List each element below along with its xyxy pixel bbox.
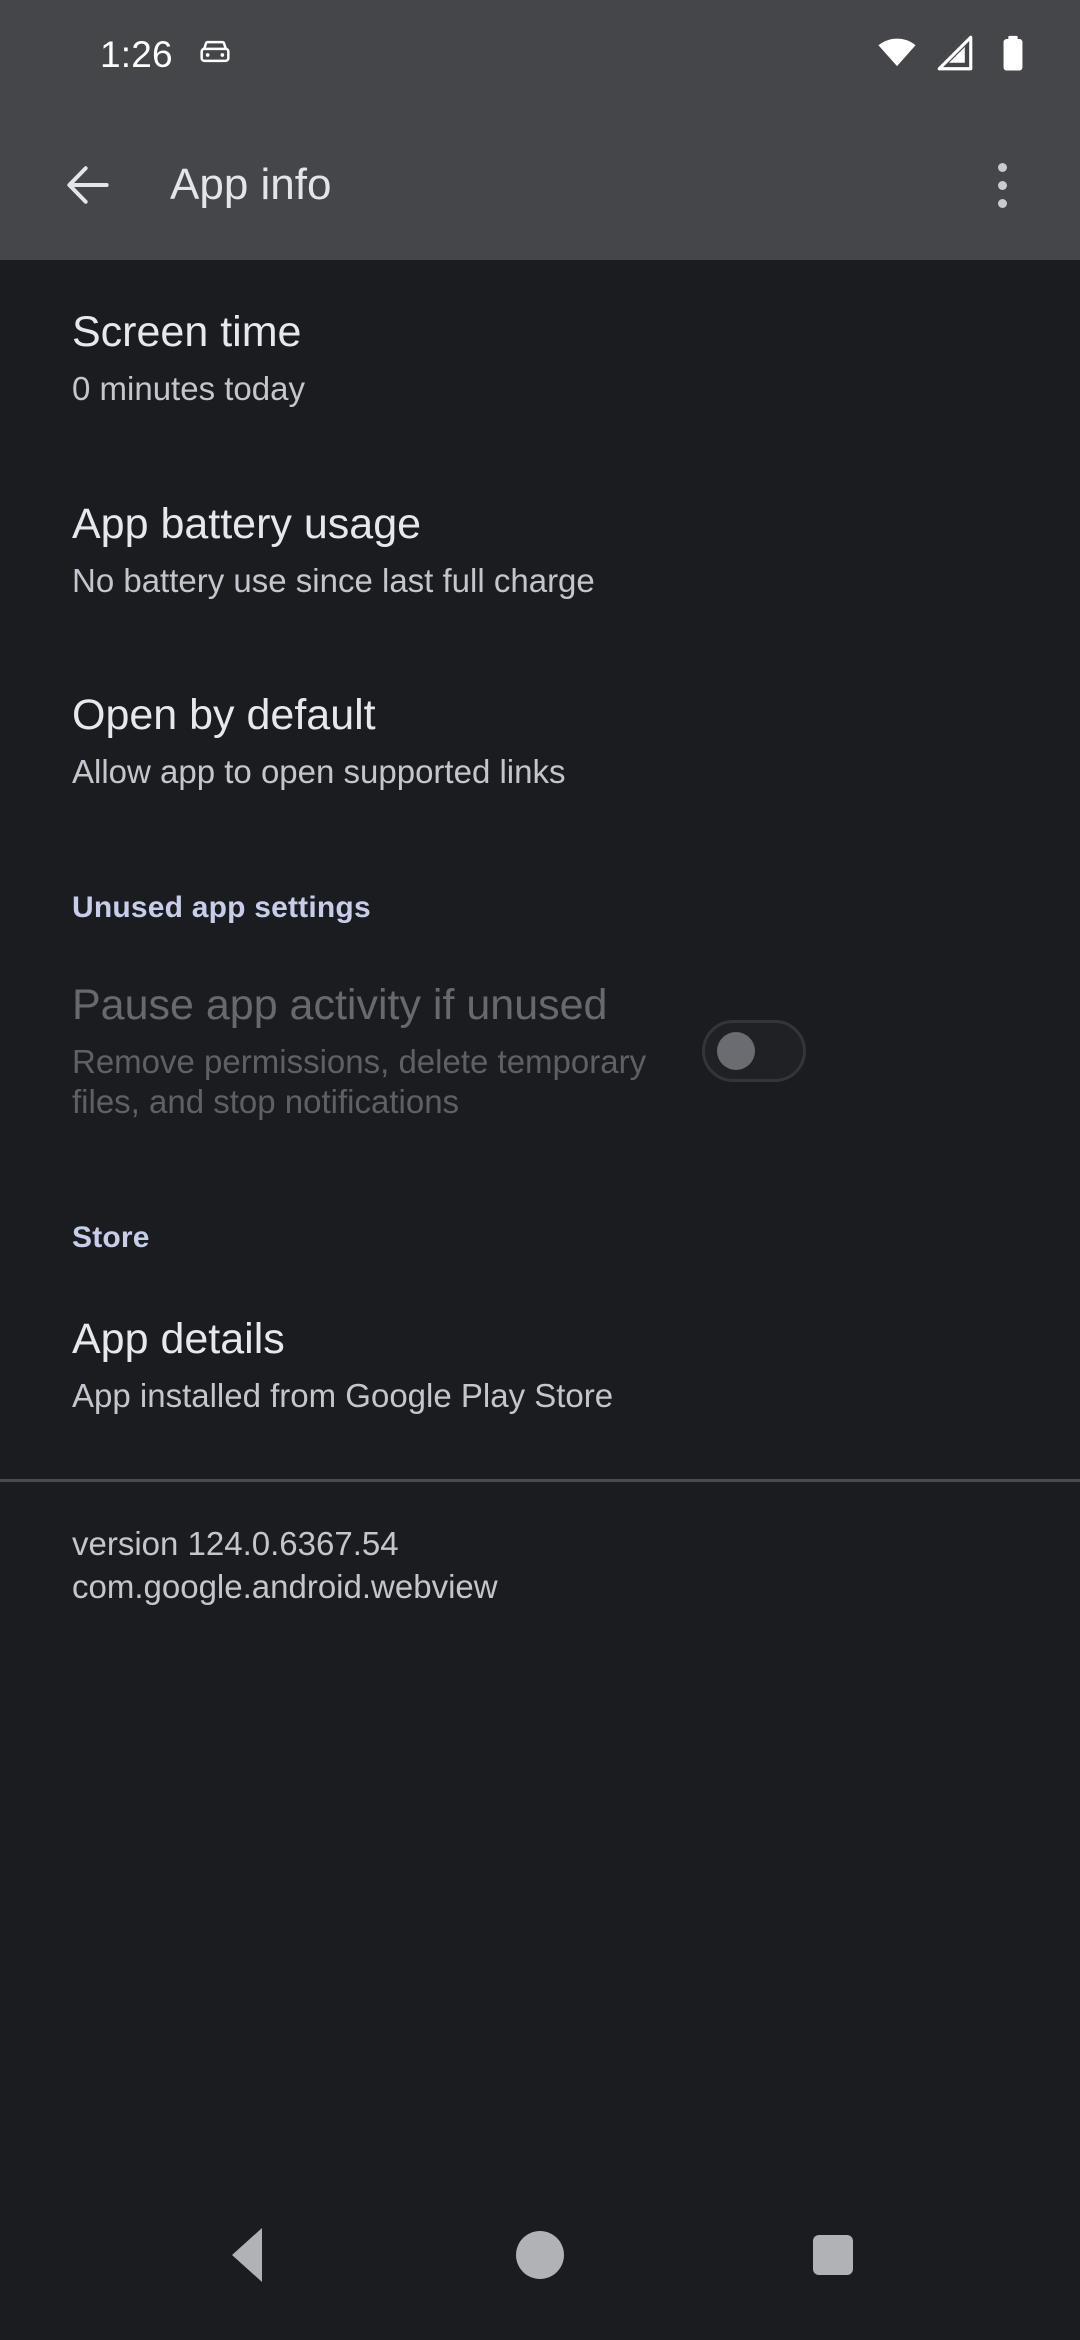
- back-button[interactable]: [50, 147, 126, 223]
- pref-summary: Allow app to open supported links: [72, 752, 566, 790]
- pause-app-activity-toggle[interactable]: [702, 1020, 806, 1083]
- pref-open-by-default[interactable]: Open by default Allow app to open suppor…: [0, 601, 1080, 791]
- app-package-text: com.google.android.webview: [72, 1568, 498, 1606]
- pref-pause-app-activity-texts: Pause app activity if unused Remove perm…: [72, 981, 682, 1121]
- car-icon: [195, 33, 235, 78]
- section-header-store: Store: [72, 1221, 150, 1255]
- navigation-bar: [0, 2170, 1080, 2340]
- nav-recents-button[interactable]: [768, 2190, 898, 2320]
- status-bar-right: [876, 32, 1034, 79]
- pref-title: App battery usage: [72, 500, 422, 549]
- pref-title: Pause app activity if unused: [72, 981, 608, 1030]
- nav-recents-icon: [813, 2235, 854, 2275]
- status-bar-clock: 1:26: [100, 34, 173, 75]
- app-info-screen: 1:26 App info Screen time 0 minutes toda…: [0, 0, 1080, 2340]
- pref-title: Screen time: [72, 308, 302, 356]
- status-bar: 1:26: [0, 0, 1080, 110]
- app-version-text: version 124.0.6367.54: [72, 1524, 399, 1562]
- app-version-footer: version 124.0.6367.54 com.google.android…: [0, 1482, 1080, 1609]
- nav-home-button[interactable]: [475, 2190, 605, 2320]
- pref-pause-app-activity[interactable]: Pause app activity if unused Remove perm…: [0, 925, 1080, 1121]
- battery-icon: [992, 32, 1034, 79]
- pref-summary: No battery use since last full charge: [72, 562, 595, 600]
- wifi-icon: [876, 32, 918, 79]
- signal-icon: [934, 32, 976, 79]
- overflow-menu-button[interactable]: [964, 145, 1040, 225]
- toggle-thumb: [717, 1032, 755, 1071]
- pref-app-battery-usage[interactable]: App battery usage No battery use since l…: [0, 408, 1080, 600]
- overflow-dot: [997, 198, 1007, 208]
- settings-list: Screen time 0 minutes today App battery …: [0, 260, 1080, 2170]
- nav-back-button[interactable]: [182, 2190, 312, 2320]
- pref-summary: 0 minutes today: [72, 369, 305, 407]
- pref-screen-time[interactable]: Screen time 0 minutes today: [0, 260, 1080, 408]
- nav-back-icon: [231, 2228, 262, 2282]
- pref-summary: App installed from Google Play Store: [72, 1377, 614, 1415]
- page-title: App info: [170, 160, 332, 209]
- status-bar-left: 1:26: [100, 33, 235, 78]
- overflow-dot: [997, 180, 1007, 190]
- overflow-dot: [997, 162, 1007, 172]
- app-bar: App info: [0, 110, 1080, 260]
- pref-summary: Remove permissions, delete temporary fil…: [72, 1043, 647, 1120]
- pref-title: App details: [72, 1315, 285, 1364]
- pref-app-details[interactable]: App details App installed from Google Pl…: [0, 1255, 1080, 1415]
- section-header-unused-app-settings: Unused app settings: [72, 891, 371, 925]
- pref-title: Open by default: [72, 690, 376, 739]
- nav-home-icon: [515, 2231, 564, 2279]
- back-arrow-icon: [67, 166, 109, 204]
